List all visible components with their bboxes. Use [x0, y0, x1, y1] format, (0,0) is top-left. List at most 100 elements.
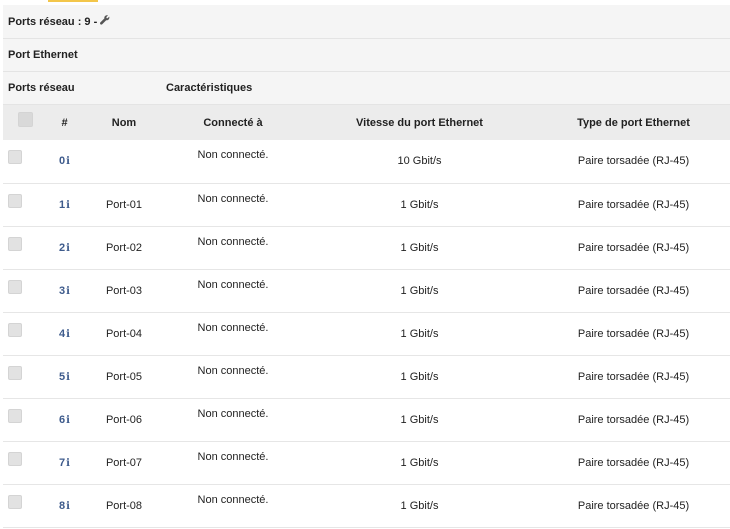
port-type-cell: Paire torsadée (RJ-45) [577, 284, 690, 297]
port-type-cell: Paire torsadée (RJ-45) [577, 456, 690, 469]
port-name-cell: Port-06 [105, 413, 143, 426]
port-type-cell: Paire torsadée (RJ-45) [577, 327, 690, 340]
column-header-connected-to[interactable]: Connecté à [164, 105, 302, 140]
port-name-cell [84, 140, 164, 183]
port-number-link[interactable]: 8 [59, 500, 65, 512]
row-checkbox[interactable] [8, 408, 22, 423]
ports-group-label: Ports réseau [8, 82, 75, 94]
port-number-link[interactable]: 1 [59, 199, 65, 211]
port-number-cell: 0i [45, 140, 84, 183]
port-name-cell: Port-05 [105, 370, 143, 383]
ethernet-section-title: Port Ethernet [8, 49, 78, 61]
connected-to-cell: Non connecté. [197, 235, 269, 248]
port-number-cell: 7i [45, 441, 84, 484]
connected-to-cell: Non connecté. [197, 493, 269, 506]
port-name-cell: Port-04 [105, 327, 143, 340]
port-name-cell: Port-02 [105, 241, 143, 254]
info-icon[interactable]: i [66, 372, 70, 383]
port-speed-cell: 1 Gbit/s [400, 499, 439, 512]
row-checkbox[interactable] [8, 150, 22, 164]
port-number-link[interactable]: 5 [59, 371, 65, 383]
info-icon[interactable]: i [66, 458, 70, 469]
row-checkbox[interactable] [8, 365, 22, 380]
row-select-cell [3, 226, 45, 269]
port-number-cell: 2i [45, 226, 84, 269]
info-icon[interactable]: i [66, 243, 70, 254]
table-row: 2i Port-02 Non connecté. 1 Gbit/s Paire … [3, 226, 730, 269]
port-type-cell: Paire torsadée (RJ-45) [577, 198, 690, 211]
port-number-cell: 4i [45, 312, 84, 355]
port-speed-cell: 1 Gbit/s [400, 370, 439, 383]
port-number-link[interactable]: 2 [59, 242, 65, 254]
port-type-cell: Paire torsadée (RJ-45) [577, 499, 690, 512]
connected-to-cell: Non connecté. [197, 407, 269, 420]
info-icon[interactable]: i [66, 286, 70, 297]
connected-to-cell: Non connecté. [197, 278, 269, 291]
row-select-cell [3, 398, 45, 441]
column-header-port-type[interactable]: Type de port Ethernet [537, 105, 730, 140]
select-all-cell [3, 105, 45, 140]
table-row: 1i Port-01 Non connecté. 1 Gbit/s Paire … [3, 183, 730, 226]
select-all-checkbox[interactable] [18, 111, 33, 127]
row-select-cell [3, 183, 45, 226]
table-row: 0i Non connecté. 10 Gbit/s Paire torsadé… [3, 140, 730, 183]
info-icon[interactable]: i [66, 329, 70, 340]
row-select-cell [3, 355, 45, 398]
port-speed-cell: 1 Gbit/s [400, 198, 439, 211]
connected-to-cell: Non connecté. [197, 450, 269, 463]
port-number-cell: 8i [45, 484, 84, 527]
port-name-cell: Port-01 [105, 198, 143, 211]
ports-count-header: Ports réseau : 9 - [3, 5, 730, 39]
ports-table: # Nom Connecté à Vitesse du port Etherne… [3, 105, 730, 528]
network-ports-panel: Ports réseau : 9 - Port Ethernet Ports r… [3, 5, 730, 528]
info-icon[interactable]: i [66, 501, 70, 512]
port-type-cell: Paire torsadée (RJ-45) [577, 413, 690, 426]
info-icon[interactable]: i [66, 415, 70, 426]
info-icon[interactable]: i [66, 156, 70, 167]
port-number-link[interactable]: 3 [59, 285, 65, 297]
row-checkbox[interactable] [8, 236, 22, 251]
ethernet-section-header: Port Ethernet [3, 39, 730, 72]
row-checkbox[interactable] [8, 322, 22, 337]
table-row: 6i Port-06 Non connecté. 1 Gbit/s Paire … [3, 398, 730, 441]
port-name-cell: Port-08 [105, 499, 143, 512]
port-speed-cell: 10 Gbit/s [397, 155, 442, 168]
table-row: 5i Port-05 Non connecté. 1 Gbit/s Paire … [3, 355, 730, 398]
row-checkbox[interactable] [8, 279, 22, 294]
port-number-link[interactable]: 0 [59, 155, 65, 167]
column-header-number[interactable]: # [45, 105, 84, 140]
table-row: 7i Port-07 Non connecté. 1 Gbit/s Paire … [3, 441, 730, 484]
row-select-cell [3, 441, 45, 484]
port-number-link[interactable]: 6 [59, 414, 65, 426]
port-number-cell: 6i [45, 398, 84, 441]
port-speed-cell: 1 Gbit/s [400, 241, 439, 254]
port-name-cell: Port-07 [105, 456, 143, 469]
port-number-cell: 1i [45, 183, 84, 226]
port-number-link[interactable]: 7 [59, 457, 65, 469]
table-row: 4i Port-04 Non connecté. 1 Gbit/s Paire … [3, 312, 730, 355]
characteristics-group-label: Caractéristiques [166, 82, 253, 94]
port-speed-cell: 1 Gbit/s [400, 284, 439, 297]
column-header-port-speed[interactable]: Vitesse du port Ethernet [302, 105, 537, 140]
row-checkbox[interactable] [8, 193, 22, 208]
active-tab-indicator [48, 0, 98, 2]
ports-subheader: Ports réseau Caractéristiques [3, 72, 730, 105]
port-name-cell: Port-03 [105, 284, 143, 297]
row-select-cell [3, 140, 45, 183]
wrench-icon[interactable] [100, 15, 110, 28]
port-speed-cell: 1 Gbit/s [400, 327, 439, 340]
row-checkbox[interactable] [8, 451, 22, 466]
connected-to-cell: Non connecté. [197, 149, 269, 161]
column-header-name[interactable]: Nom [84, 105, 164, 140]
info-icon[interactable]: i [66, 200, 70, 211]
port-type-cell: Paire torsadée (RJ-45) [577, 370, 690, 383]
port-number-link[interactable]: 4 [59, 328, 65, 340]
ports-count-title: Ports réseau : 9 - [8, 15, 98, 28]
port-type-cell: Paire torsadée (RJ-45) [577, 241, 690, 254]
port-number-cell: 5i [45, 355, 84, 398]
connected-to-cell: Non connecté. [197, 364, 269, 377]
row-select-cell [3, 484, 45, 527]
row-checkbox[interactable] [8, 494, 22, 509]
port-speed-cell: 1 Gbit/s [400, 413, 439, 426]
port-type-cell: Paire torsadée (RJ-45) [577, 155, 690, 168]
